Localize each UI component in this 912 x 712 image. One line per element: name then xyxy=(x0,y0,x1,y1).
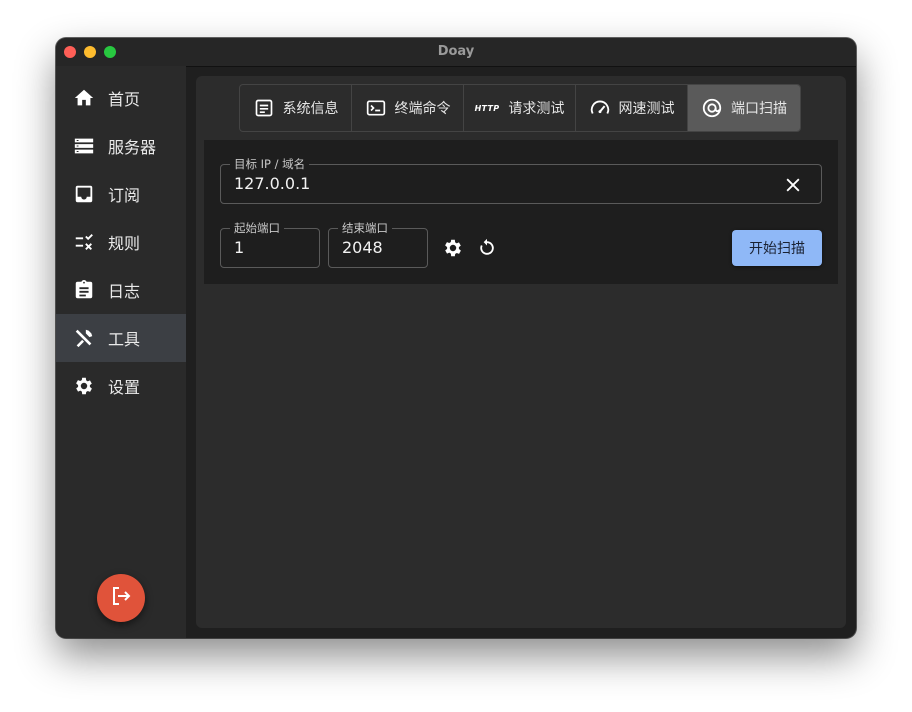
rules-icon xyxy=(73,231,95,253)
main-content: 系统信息 终端命令 HTTP 请求测试 网速测试 端口扫描 目标 IP / 域名… xyxy=(196,76,846,628)
tab-label: 网速测试 xyxy=(618,101,675,117)
sysinfo-icon xyxy=(253,97,275,119)
clear-icon[interactable] xyxy=(783,175,803,195)
tab-speed-test[interactable]: 网速测试 xyxy=(576,85,688,131)
sidebar-item-label: 订阅 xyxy=(108,186,141,205)
title-bar: Doay xyxy=(56,38,856,67)
speedometer-icon xyxy=(589,97,611,119)
inbox-icon xyxy=(73,183,95,205)
server-icon xyxy=(73,135,95,157)
start-port-label: 起始端口 xyxy=(230,221,284,235)
sidebar-item-rules[interactable]: 规则 xyxy=(56,218,186,266)
logout-button[interactable] xyxy=(97,574,145,622)
sidebar-item-subscriptions[interactable]: 订阅 xyxy=(56,170,186,218)
sidebar-item-label: 服务器 xyxy=(108,138,157,157)
tab-request-test[interactable]: HTTP 请求测试 xyxy=(464,85,576,131)
tab-terminal[interactable]: 终端命令 xyxy=(352,85,464,131)
app-window: Doay 首页 服务器 订阅 规则 日志 工具 设置 系统信息 终端命令 HTT… xyxy=(56,38,856,638)
target-host-field[interactable]: 目标 IP / 域名 127.0.0.1 xyxy=(220,157,822,204)
sidebar-item-label: 规则 xyxy=(108,234,141,253)
terminal-icon xyxy=(365,97,387,119)
tab-label: 请求测试 xyxy=(508,101,565,117)
tab-label: 端口扫描 xyxy=(731,101,787,117)
tools-tab-bar: 系统信息 终端命令 HTTP 请求测试 网速测试 端口扫描 xyxy=(239,84,801,132)
start-port-input[interactable]: 1 xyxy=(234,238,244,258)
start-scan-button[interactable]: 开始扫描 xyxy=(732,230,822,266)
sidebar-item-label: 设置 xyxy=(108,378,141,397)
sidebar-item-home[interactable]: 首页 xyxy=(56,74,186,122)
sidebar-item-label: 日志 xyxy=(108,282,141,301)
gear-icon xyxy=(73,375,95,397)
sidebar-item-label: 工具 xyxy=(108,330,141,349)
sidebar-item-settings[interactable]: 设置 xyxy=(56,362,186,410)
end-port-field[interactable]: 结束端口 2048 xyxy=(328,221,428,268)
scan-settings-gear-icon[interactable] xyxy=(442,237,464,259)
sidebar: 首页 服务器 订阅 规则 日志 工具 设置 xyxy=(56,66,186,638)
sidebar-item-servers[interactable]: 服务器 xyxy=(56,122,186,170)
tab-label: 终端命令 xyxy=(394,101,451,117)
sidebar-item-logs[interactable]: 日志 xyxy=(56,266,186,314)
logout-icon xyxy=(109,584,133,612)
target-host-input[interactable]: 127.0.0.1 xyxy=(234,174,310,194)
home-icon xyxy=(73,87,95,109)
target-host-label: 目标 IP / 域名 xyxy=(230,157,310,171)
tab-system-info[interactable]: 系统信息 xyxy=(240,85,352,131)
end-port-label: 结束端口 xyxy=(338,221,392,235)
at-icon xyxy=(701,97,723,119)
tab-port-scan[interactable]: 端口扫描 xyxy=(688,85,800,131)
sidebar-item-label: 首页 xyxy=(108,90,141,109)
tab-label: 系统信息 xyxy=(282,101,339,117)
port-scan-panel: 目标 IP / 域名 127.0.0.1 起始端口 1 结束端口 2048 开始 xyxy=(204,140,838,284)
sidebar-item-tools[interactable]: 工具 xyxy=(56,314,186,362)
tools-icon xyxy=(73,327,95,349)
end-port-input[interactable]: 2048 xyxy=(342,238,383,258)
reset-icon[interactable] xyxy=(476,237,498,259)
clipboard-icon xyxy=(73,279,95,301)
start-port-field[interactable]: 起始端口 1 xyxy=(220,221,320,268)
window-title: Doay xyxy=(437,44,475,59)
http-icon: HTTP xyxy=(474,103,500,113)
